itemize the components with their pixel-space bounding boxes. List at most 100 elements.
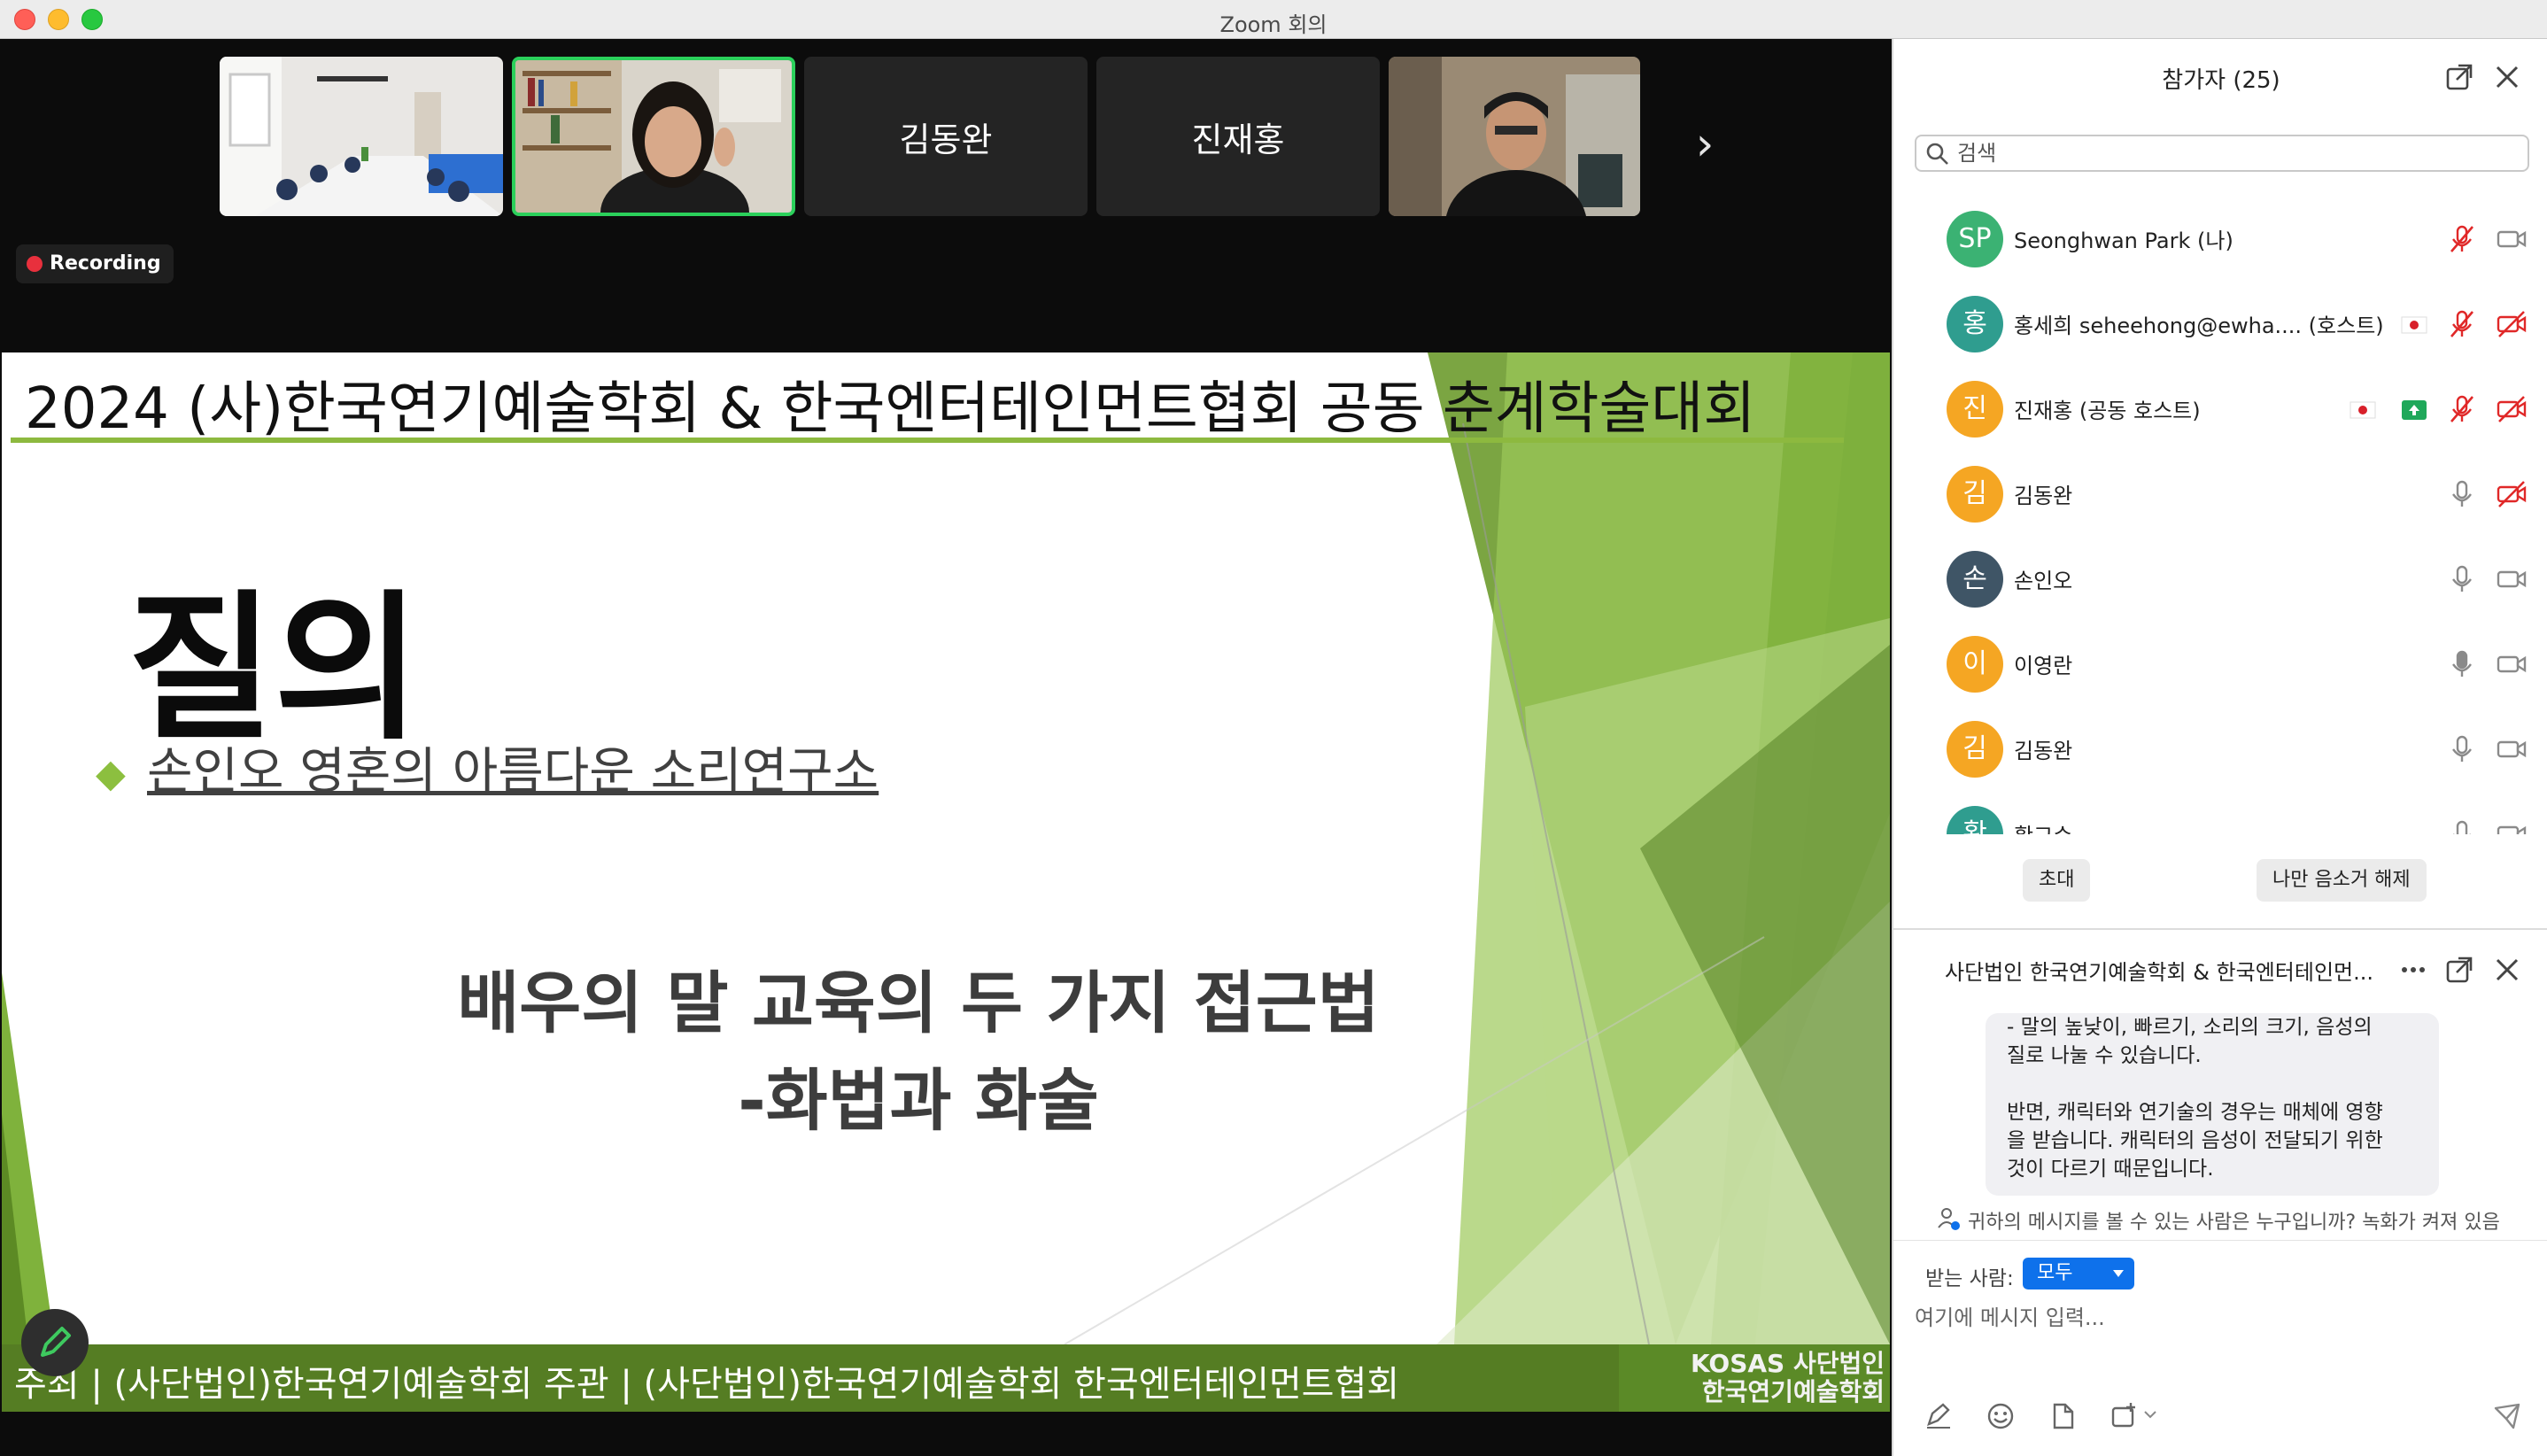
participant-row[interactable]: SP Seonghwan Park (나) [1893,197,2547,282]
next-page-chevron-icon[interactable]: › [1683,113,1727,175]
video-thumbnail-room[interactable] [220,57,503,216]
recording-label: Recording [50,252,161,275]
recording-dot-icon [27,256,43,272]
screenshot-icon[interactable] [2110,1401,2140,1431]
participant-row[interactable]: 홍 홍세희 seheehong@ewha.... (호스트) [1893,282,2547,367]
unmute-myself-button[interactable]: 나만 음소거 해제 [2257,859,2427,902]
logo-line: KOSAS 사단법인 [1690,1349,1885,1378]
participant-name: Seonghwan Park (나) [2014,228,2233,253]
chat-message-input[interactable] [1915,1300,2526,1336]
participant-row[interactable]: 손 손인오 [1893,537,2547,622]
participant-row[interactable]: 진 진재홍 (공동 호스트) [1893,367,2547,452]
recipient-select[interactable]: 모두 [2023,1258,2134,1289]
participant-avatar: SP [1947,211,2003,267]
participant-name: 김동완 [2014,484,2073,508]
slide-footer-text: 주최 | (사단법인)한국연기예술학회 주관 | (사단법인)한국연기예술학회 … [14,1364,1400,1405]
meeting-area: 김동완 진재홍 › Recording 2024 (사)한국연기예술학회 & 한… [0,39,1892,1456]
mic-muted-icon[interactable] [2446,308,2478,340]
participant-list[interactable]: SP Seonghwan Park (나) 홍 홍세희 seheehong@ewha.… [1893,197,2547,834]
video-off-icon[interactable] [2496,308,2528,340]
chat-title: 사단법인 한국연기예술학회 & 한국엔터테인먼... [1945,960,2374,985]
mic-muted-icon[interactable] [2446,393,2478,425]
person-info-icon [1938,1208,1960,1230]
video-icon[interactable] [2496,648,2528,680]
title-bar: Zoom 회의 [0,0,2547,39]
diamond-bullet-icon: ◆ [96,751,126,796]
slide-body-line: -화법과 화술 [738,1061,1099,1140]
file-icon[interactable] [2048,1401,2078,1431]
chat-pop-out-icon[interactable] [2444,955,2474,985]
mic-icon[interactable] [2446,563,2478,595]
video-icon[interactable] [2496,733,2528,765]
send-icon[interactable] [2492,1401,2522,1431]
participant-avatar: 김 [1947,721,2003,778]
participant-row[interactable]: 김 김동완 [1893,707,2547,792]
meeting-room-video [220,57,503,216]
slide-footer: 주최 | (사단법인)한국연기예술학회 주관 | (사단법인)한국연기예술학회 … [2,1344,1890,1412]
thumbnail-name: 김동완 [899,120,993,159]
participant-avatar: 김 [1947,466,2003,523]
participant-name: 홍세희 seheehong@ewha.... (호스트) [2014,314,2384,338]
chat-message-bubble: - 말의 높낮이, 빠르기, 소리의 크기, 음성의 질로 나눌 수 있습니다.… [1986,1013,2439,1196]
video-off-icon[interactable] [2496,478,2528,510]
participant-row[interactable]: 이 이영란 [1893,622,2547,707]
pen-icon [41,1327,71,1357]
video-thumbnail-participant-man[interactable] [1389,57,1640,216]
zoom-window: Zoom 회의 김동완 진재홍 › Recording 2024 (사)한국연기… [0,0,2547,1456]
slide-green-decoration [2,352,1890,1345]
participant-row[interactable]: 김 김동완 [1893,452,2547,537]
recipient-value: 모두 [2037,1262,2073,1284]
logo-text: KOSAS 사단법인 한국연기예술학회 [1642,1350,1885,1406]
participant-name: 진재홍 (공동 호스트) [2014,399,2201,423]
close-chat-icon[interactable] [2492,955,2522,985]
search-icon [1926,143,1948,165]
emoji-icon[interactable] [1986,1401,2016,1431]
video-icon[interactable] [2496,818,2528,834]
video-thumbnail-participant[interactable]: 진재홍 [1096,57,1380,216]
chevron-down-icon[interactable] [2141,1406,2159,1424]
slide-title-rule [11,438,1844,443]
participant-avatar: 진 [1947,381,2003,438]
chat-toolbar [1893,1394,2547,1438]
annotate-pen-button[interactable] [21,1309,89,1376]
participant-avatar: 황 [1947,806,2003,834]
mic-icon[interactable] [2446,478,2478,510]
participant-row[interactable]: 황 황교수 [1893,792,2547,834]
video-icon[interactable] [2496,563,2528,595]
participant-video [1389,57,1640,216]
recipient-label: 받는 사람: [1925,1267,2014,1290]
slide-body: 배우의 말 교육의 두 가지 접근법 -화법과 화술 [2,955,1835,1150]
chat-divider [1893,1240,2547,1241]
video-thumbnail-active-speaker[interactable] [512,57,795,216]
kosas-logo: KOSAS 사단법인 한국연기예술학회 [1619,1344,1890,1412]
participants-panel: 참가자 (25) SPSeonghwan Park (나)홍홍세희 seheeh… [1892,39,2547,1456]
slide-body-line: 배우의 말 교육의 두 가지 접근법 [457,964,1380,1042]
search-box[interactable] [1915,135,2529,172]
format-text-icon[interactable] [1924,1401,1954,1431]
thumbnail-name: 진재홍 [1191,120,1285,159]
mic-icon[interactable] [2446,648,2478,680]
mic-muted-icon[interactable] [2446,223,2478,255]
video-icon[interactable] [2496,223,2528,255]
dropdown-caret-icon [2113,1270,2124,1277]
chat-message-text: - 말의 높낮이, 빠르기, 소리의 크기, 음성의 질로 나눌 수 있습니다.… [2007,1016,2383,1181]
mic-icon[interactable] [2446,733,2478,765]
participant-name: 김동완 [2014,739,2073,763]
chat-privacy-note[interactable]: 귀하의 메시지를 볼 수 있는 사람은 누구입니까? 녹화가 켜져 있음 [1968,1206,2535,1235]
shared-screen-slide: 2024 (사)한국연기예술학회 & 한국엔터테인먼트협회 공동 춘계학술대회 … [2,352,1890,1412]
mic-icon[interactable] [2446,818,2478,834]
video-thumbnail-participant[interactable]: 김동완 [804,57,1088,216]
slide-title: 2024 (사)한국연기예술학회 & 한국엔터테인먼트협회 공동 춘계학술대회 [25,376,1756,442]
slide-bullet-text: 손인오 영혼의 아름다운 소리연구소 [147,743,879,801]
search-input[interactable] [1957,140,2489,167]
more-options-icon[interactable] [2398,955,2428,985]
speaker-video [515,60,792,213]
window-title: Zoom 회의 [1219,12,1328,37]
pop-out-icon[interactable] [2444,62,2474,92]
country-flag-icon [2401,316,2427,334]
recording-indicator[interactable]: Recording [16,244,174,283]
close-panel-icon[interactable] [2492,62,2522,92]
participant-name: 손인오 [2014,569,2073,593]
invite-button[interactable]: 초대 [2023,859,2091,902]
video-off-icon[interactable] [2496,393,2528,425]
